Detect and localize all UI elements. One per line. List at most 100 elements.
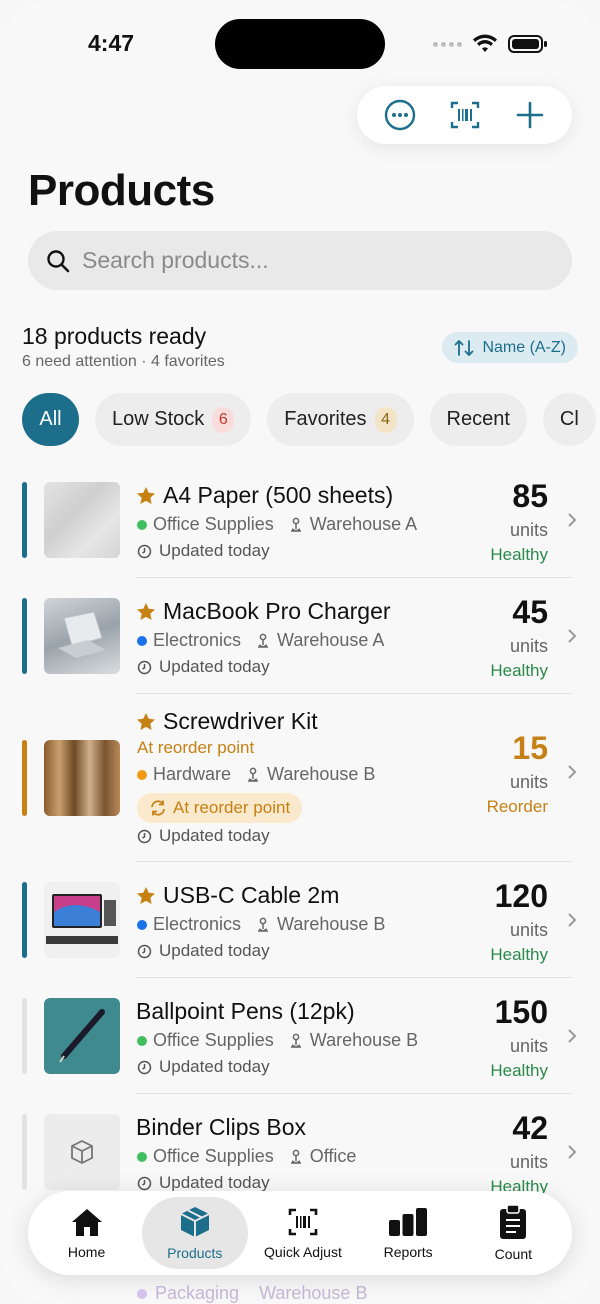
stock-status: Healthy [490, 545, 548, 564]
quantity: 42 [512, 1110, 548, 1146]
product-name: Binder Clips Box [136, 1114, 306, 1141]
stock-status: Healthy [490, 661, 548, 680]
updated-row: Updated today [137, 826, 270, 846]
sort-button[interactable]: Name (A-Z) [442, 332, 578, 363]
chevron-right-icon [568, 1145, 577, 1159]
star-icon [137, 886, 155, 904]
add-product-button[interactable] [508, 93, 552, 137]
location-label: Warehouse A [277, 630, 385, 650]
search-input[interactable] [82, 247, 522, 274]
barcode-scan-icon [288, 1208, 318, 1236]
dynamic-island [215, 19, 385, 69]
filter-chip-low-stock[interactable]: Low Stock 6 [95, 393, 252, 446]
updated-label: Updated today [159, 941, 270, 960]
location-label: Warehouse B [309, 1030, 419, 1050]
clock-icon [137, 1176, 152, 1190]
product-thumbnail [44, 598, 120, 674]
stock-status: Healthy [490, 945, 548, 964]
tab-products[interactable]: Products [141, 1197, 248, 1269]
box-placeholder-icon [71, 1139, 93, 1165]
clock-icon [137, 944, 152, 958]
product-row[interactable]: A4 Paper (500 sheets) Office Supplies Wa… [0, 462, 600, 578]
product-name-text: Ballpoint Pens (12pk) [136, 998, 355, 1024]
location-pin-icon [290, 1033, 301, 1048]
page-title: Products [28, 166, 215, 215]
quantity: 85 [512, 478, 548, 514]
refresh-icon [151, 800, 165, 816]
reorder-badge: At reorder point [137, 793, 303, 823]
chip-label: Low Stock [112, 408, 205, 430]
location-pin-icon [290, 517, 301, 532]
chevron-right-icon [568, 629, 577, 643]
category-label: Office Supplies [153, 1146, 274, 1166]
product-meta: Office Supplies Warehouse A [137, 514, 417, 535]
status-bar [22, 482, 27, 558]
tab-quick-adjust[interactable]: Quick Adjust [253, 1197, 353, 1269]
units-label: units [509, 772, 548, 792]
tab-label: Products [167, 1245, 223, 1261]
desk-setup-image [46, 894, 118, 944]
stock-status: Healthy [490, 1061, 548, 1080]
category-label: Hardware [153, 764, 232, 784]
chip-label: Recent [446, 408, 510, 430]
filter-chip-all[interactable]: All [22, 393, 79, 446]
filter-chips: All Low Stock 6 Favorites 4 Recent Cl [22, 393, 596, 446]
location-label: Warehouse B [267, 764, 376, 784]
product-name: A4 Paper (500 sheets) [136, 482, 393, 509]
product-name-text: A4 Paper (500 sheets) [163, 482, 394, 508]
product-name-text: Binder Clips Box [136, 1114, 307, 1140]
tab-home[interactable]: Home [37, 1197, 137, 1269]
category-dot [137, 635, 147, 646]
tab-count[interactable]: Count [463, 1197, 563, 1269]
updated-row: Updated today [137, 941, 270, 961]
chevron-right-icon [568, 513, 577, 527]
quantity: 120 [494, 878, 548, 914]
chip-label: Favorites [284, 408, 367, 430]
clock-icon [137, 660, 152, 674]
location-pin-icon [258, 917, 269, 932]
category-dot [137, 769, 147, 780]
status-time: 4:47 [88, 30, 135, 56]
search-bar[interactable] [28, 231, 572, 290]
product-name-text: USB-C Cable 2m [163, 882, 340, 908]
updated-row: Updated today [137, 657, 270, 677]
product-meta: Office Supplies Office [137, 1146, 356, 1167]
product-list: A4 Paper (500 sheets) Office Supplies Wa… [0, 462, 600, 1210]
more-button[interactable] [378, 93, 422, 137]
product-meta: Office Supplies Warehouse B [137, 1030, 418, 1051]
status-bar [22, 998, 27, 1074]
filter-chip-favorites[interactable]: Favorites 4 [267, 393, 414, 446]
product-thumbnail [44, 740, 120, 816]
signal-icon [433, 41, 462, 47]
quantity: 45 [512, 594, 548, 630]
product-row[interactable]: Ballpoint Pens (12pk) Office Supplies Wa… [0, 978, 600, 1094]
clock-icon [137, 829, 152, 843]
updated-label: Updated today [159, 1057, 270, 1076]
location-pin-icon [258, 633, 269, 648]
alert-text: At reorder point [137, 738, 255, 757]
product-name-text: Screwdriver Kit [163, 708, 318, 734]
updated-label: Updated today [159, 1173, 270, 1192]
tab-label: Count [494, 1246, 533, 1262]
clock-icon [137, 1060, 152, 1074]
product-name: Screwdriver Kit [136, 708, 318, 735]
chip-count: 4 [374, 406, 397, 433]
location-pin-icon [290, 1149, 301, 1164]
product-row[interactable]: USB-C Cable 2m Electronics Warehouse B U… [0, 862, 600, 978]
product-thumbnail [44, 998, 120, 1074]
tab-label: Home [67, 1244, 106, 1260]
clipboard-icon [500, 1204, 527, 1239]
status-bar [22, 1114, 27, 1190]
filter-chip-recent[interactable]: Recent [429, 393, 527, 446]
tab-reports[interactable]: Reports [358, 1197, 458, 1269]
chevron-right-icon [568, 913, 577, 927]
chip-count: 6 [212, 406, 235, 433]
updated-label: Updated today [159, 657, 270, 676]
updated-label: Updated today [159, 541, 270, 560]
filter-chip-more[interactable]: Cl [542, 393, 596, 446]
plus-icon [516, 101, 543, 129]
scan-button[interactable] [443, 93, 487, 137]
product-row[interactable]: Screwdriver Kit At reorder point Hardwar… [0, 694, 600, 862]
product-row[interactable]: MacBook Pro Charger Electronics Warehous… [0, 578, 600, 694]
clock-icon [137, 544, 152, 558]
